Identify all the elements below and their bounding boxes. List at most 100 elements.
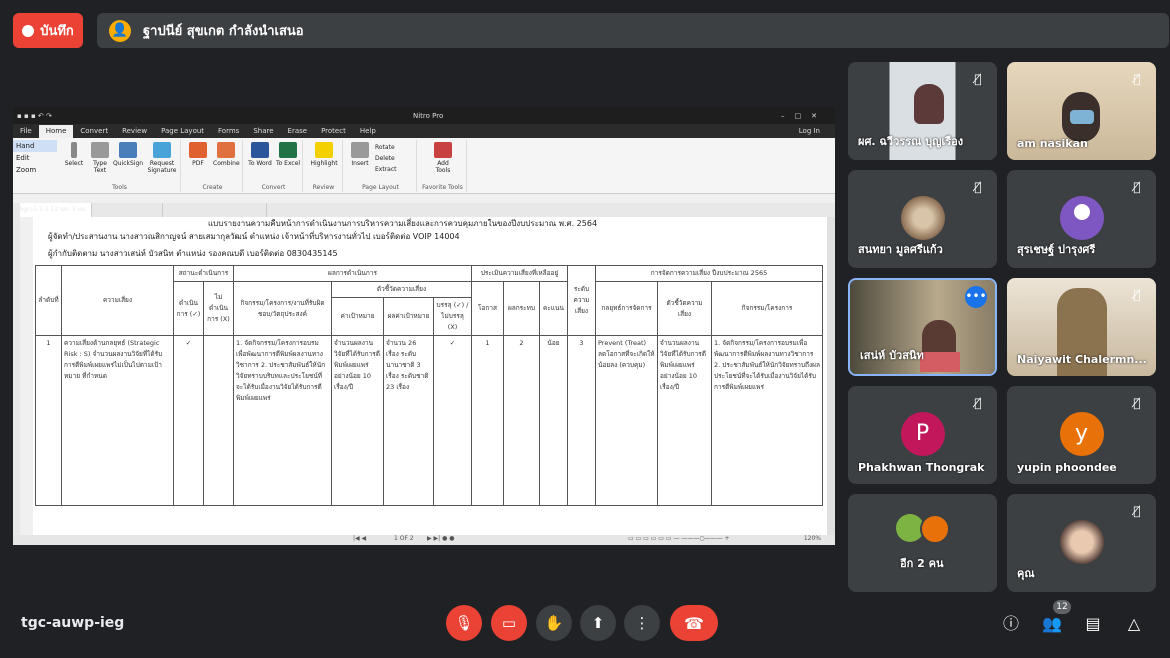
leave-call-button[interactable]: ☎ xyxy=(670,605,718,641)
edit-tool[interactable]: Edit xyxy=(13,152,57,164)
window-controls[interactable]: –□✕ xyxy=(781,112,827,120)
menu-home[interactable]: Home xyxy=(38,125,74,138)
participant-name: Naiyawit Chalermn... xyxy=(1017,353,1147,366)
th-mgmt: การจัดการความเสี่ยง ปีงบประมาณ 2565 xyxy=(595,265,823,282)
group-label: Page Layout xyxy=(362,184,399,191)
menu-file[interactable]: File xyxy=(13,125,39,138)
more-options-icon[interactable]: ••• xyxy=(965,286,987,308)
mic-toggle-button[interactable]: 🎙 xyxy=(446,605,482,641)
type-text-button[interactable]: Type Text xyxy=(87,142,113,174)
presenting-text: ฐาปนีย์ สุขเกต กำลังนำเสนอ xyxy=(143,24,304,39)
group-label: Tools xyxy=(112,184,127,191)
menu-share[interactable]: Share xyxy=(246,125,280,138)
chat-button[interactable]: ▤ xyxy=(1081,612,1105,636)
participant-tile[interactable]: 🎙̸ สนทยา มูลศรีแก้ว xyxy=(848,170,997,268)
raise-hand-button[interactable]: ✋ xyxy=(536,605,572,641)
zoom-tool[interactable]: Zoom xyxy=(13,164,57,176)
participant-tile[interactable]: 🎙̸ Naiyawit Chalermn... xyxy=(1007,278,1156,376)
participant-photo xyxy=(1059,520,1104,564)
hand-icon: ✋ xyxy=(544,614,564,632)
mic-off-icon: 🎙̸ xyxy=(974,72,982,86)
doc-tab-3[interactable]: ความเสี่ยง_นศ. 1 จาก 6 หน่วยงาน xyxy=(163,203,268,217)
participant-name: สนทยา มูลศรีแก้ว xyxy=(858,243,943,256)
participant-tile[interactable]: 🎙̸ สุรเชษฐ์ ปารุงศรี xyxy=(1007,170,1156,268)
more-participants-tile[interactable]: อีก 2 คน xyxy=(848,494,997,592)
participant-tile[interactable]: P 🎙̸ Phakhwan Thongrak xyxy=(848,386,997,484)
menu-erase[interactable]: Erase xyxy=(281,125,315,138)
select-button[interactable]: Select xyxy=(61,142,87,167)
more-options-button[interactable]: ⋮ xyxy=(624,605,660,641)
combine-icon xyxy=(217,142,235,158)
participant-tile[interactable]: 🎙̸ ผศ. ฉวีวรรณ บุญเรือง xyxy=(848,62,997,160)
group-label: Convert xyxy=(261,184,286,191)
th-strategy: กลยุทธ์การจัดการ xyxy=(595,281,658,336)
presenting-banner: 👤 ฐาปนีย์ สุขเกต กำลังนำเสนอ xyxy=(97,13,1169,48)
menu-protect[interactable]: Protect xyxy=(314,125,353,138)
request-signature-button[interactable]: Request Signature xyxy=(145,142,179,174)
th-results: ผลการดำเนินการ xyxy=(233,265,472,282)
present-icon: ⬆ xyxy=(591,614,605,632)
menu-review[interactable]: Review xyxy=(115,125,154,138)
phone-hangup-icon: ☎ xyxy=(684,613,704,633)
participant-name: ผศ. ฉวีวรรณ บุญเรือง xyxy=(858,135,964,148)
extract-button[interactable]: Extract xyxy=(375,164,397,175)
delete-button[interactable]: Delete xyxy=(375,153,397,164)
ribbon-tabs: File Home Convert Review Page Layout For… xyxy=(13,124,835,138)
pdf-button[interactable]: PDF xyxy=(185,142,211,167)
menu-convert[interactable]: Convert xyxy=(73,125,115,138)
participant-tile[interactable]: 🎙̸ am nasikan xyxy=(1007,62,1156,160)
view-mode-icons[interactable]: ▭ ▭ ▭ ▭ ▭ ▭ — ———○——— + xyxy=(628,535,730,542)
combine-button[interactable]: Combine xyxy=(213,142,240,167)
cell-likelihood: 1 xyxy=(471,335,504,506)
insert-button[interactable]: Insert xyxy=(347,142,373,167)
page-nav-next-icon[interactable]: ▶ ▶| ● ● xyxy=(427,535,454,542)
signature-icon xyxy=(153,142,171,158)
th-activity: กิจกรรม/โครงการ/งานที่รับผิดชอบ/วัตถุประ… xyxy=(233,281,332,336)
cell-no: 1 xyxy=(35,335,62,506)
word-icon xyxy=(251,142,269,158)
th-actual: ผลค่าเป้าหมาย xyxy=(383,297,434,336)
cell-risk: ความเสี่ยงด้านกลยุทธ์ (Strategic Risk : … xyxy=(61,335,174,506)
window-title: Nitro Pro xyxy=(413,111,444,120)
hand-tool[interactable]: Hand xyxy=(13,140,57,152)
th-indicator: ตัวชี้วัดความเสี่ยง xyxy=(331,281,472,298)
people-button[interactable]: 👥 xyxy=(1040,612,1064,636)
risk-table: ลำดับที่ ความเสี่ยง สถานะดำเนินการ ผลการ… xyxy=(35,265,823,506)
page-nav-prev-icon[interactable]: |◀ ◀ xyxy=(353,535,366,542)
record-dot-icon xyxy=(22,24,35,37)
record-button[interactable]: บันทึก xyxy=(13,13,83,48)
record-label: บันทึก xyxy=(40,24,74,39)
left-panel[interactable] xyxy=(13,203,20,535)
more-participants-label: อีก 2 คน xyxy=(900,557,944,570)
presenter-avatar: 👤 xyxy=(109,19,131,42)
people-count-badge: 12 xyxy=(1053,600,1071,614)
present-button[interactable]: ⬆ xyxy=(580,605,616,641)
participant-tile[interactable]: 🎙̸ คุณ xyxy=(1007,494,1156,592)
participant-tile-active[interactable]: ••• เสน่ห์ บัวสนิท xyxy=(848,278,997,376)
rotate-button[interactable]: Rotate xyxy=(375,142,397,153)
meeting-details-button[interactable]: ⓘ xyxy=(999,612,1023,636)
doc-tab-1[interactable]: Agri-5.1-3.12 นศ. 3 ทอ xyxy=(13,203,93,217)
info-icon: ⓘ xyxy=(1002,614,1019,633)
vertical-scrollbar[interactable] xyxy=(827,217,835,535)
menu-help[interactable]: Help xyxy=(353,125,383,138)
menu-page-layout[interactable]: Page Layout xyxy=(154,125,211,138)
highlight-button[interactable]: Highlight xyxy=(308,142,340,167)
quicksign-button[interactable]: QuickSign xyxy=(113,142,143,167)
to-word-button[interactable]: To Word xyxy=(247,142,273,167)
camera-toggle-button[interactable]: ▭ xyxy=(491,605,527,641)
to-excel-button[interactable]: To Excel xyxy=(275,142,301,167)
doc-tab-2[interactable]: ลำดับ ทอ.RISK_2565 xyxy=(92,203,164,217)
participant-tile[interactable]: y 🎙̸ yupin phoondee xyxy=(1007,386,1156,484)
th-likelihood: โอกาส xyxy=(471,281,504,336)
participant-avatar xyxy=(920,514,950,544)
participant-name: เสน่ห์ บัวสนิท xyxy=(860,349,924,362)
menu-forms[interactable]: Forms xyxy=(211,125,246,138)
page-indicator[interactable]: 1 OF 2 xyxy=(394,535,414,542)
add-tools-button[interactable]: Add Tools xyxy=(430,142,456,174)
view-tools: Hand Edit Zoom xyxy=(13,140,57,176)
th-done: ดำเนินการ (✓) xyxy=(173,281,204,336)
login-link[interactable]: Log In xyxy=(792,125,827,138)
activities-button[interactable]: △ xyxy=(1122,612,1146,636)
zoom-level[interactable]: 120% xyxy=(804,535,821,542)
